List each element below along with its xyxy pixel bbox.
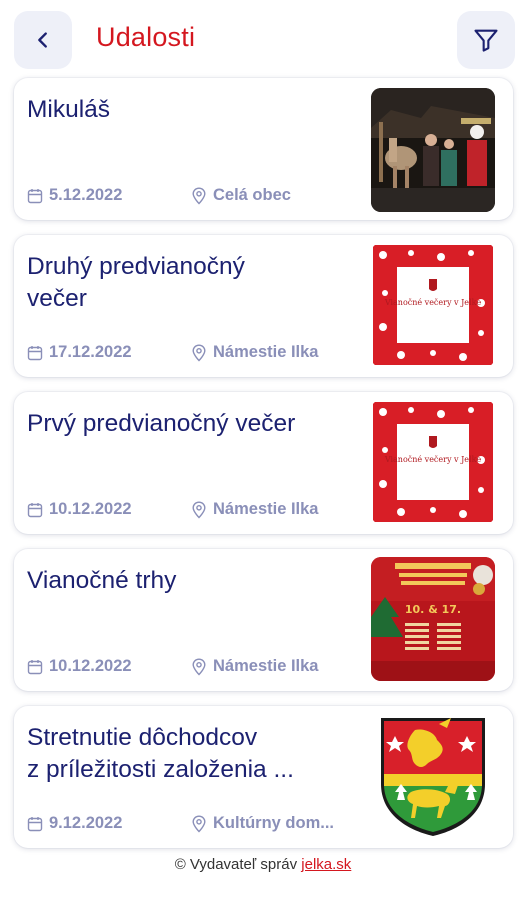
location-pin-icon	[192, 343, 206, 362]
event-thumbnail-poster: Vianočné večery v Jelke	[371, 243, 495, 367]
event-location-text: Kultúrny dom...	[213, 814, 334, 832]
event-location-text: Námestie Ilka	[213, 343, 319, 361]
coat-of-arms-image	[375, 714, 491, 840]
app-header: Udalosti	[0, 0, 526, 78]
event-title: Stretnutie dôchodcov z príležitosti zalo…	[27, 722, 367, 786]
event-location: Námestie Ilka	[191, 343, 318, 362]
event-card[interactable]: Prvý predvianočný večer 10.12.2022 Námes…	[14, 392, 513, 534]
event-date-text: 10.12.2022	[49, 657, 132, 675]
event-date-text: 10.12.2022	[49, 500, 132, 518]
chevron-left-icon	[38, 32, 47, 48]
event-date: 5.12.2022	[27, 186, 122, 205]
event-title-line: Prvý predvianočný večer	[27, 410, 296, 437]
event-title: Prvý predvianočný večer	[27, 408, 372, 440]
event-location: Námestie Ilka	[191, 500, 318, 519]
event-title-line: Vianočné trhy	[27, 567, 177, 594]
calendar-icon	[27, 502, 43, 517]
location-pin-icon	[192, 657, 206, 676]
publisher-link[interactable]: jelka.sk	[301, 856, 351, 873]
footer-prefix: © Vydavateľ správ	[174, 856, 302, 873]
event-card[interactable]: Vianočné trhy 10.12.2022 Námestie Ilka 1…	[14, 549, 513, 691]
event-title-line: Mikuláš	[27, 96, 111, 123]
event-location: Celá obec	[191, 186, 291, 205]
event-title-line: večer	[27, 285, 87, 312]
publisher-footer: © Vydavateľ správ jelka.sk	[0, 856, 526, 873]
calendar-icon	[27, 345, 43, 360]
page-title: Udalosti	[96, 22, 196, 52]
event-date: 9.12.2022	[27, 814, 122, 833]
event-location-text: Celá obec	[213, 186, 291, 204]
event-title: Vianočné trhy	[27, 565, 357, 597]
event-thumbnail-photo	[371, 88, 495, 212]
calendar-icon	[27, 188, 43, 203]
poster-text: Vianočné večery v Jelke	[384, 298, 482, 307]
location-pin-icon	[192, 500, 206, 519]
event-location: Námestie Ilka	[191, 657, 318, 676]
event-date-text: 9.12.2022	[49, 814, 123, 832]
event-meta: 5.12.2022 Celá obec	[27, 186, 291, 205]
event-date: 17.12.2022	[27, 343, 132, 362]
event-thumbnail-poster: Vianočné večery v Jelke	[371, 400, 495, 524]
event-title: Mikuláš	[27, 94, 357, 126]
event-meta: 10.12.2022 Námestie Ilka	[27, 500, 318, 519]
poster-text: 10. & 17.	[405, 603, 461, 616]
location-pin-icon	[192, 186, 206, 205]
filter-button[interactable]	[457, 11, 515, 69]
location-pin-icon	[192, 814, 206, 833]
event-date-text: 17.12.2022	[49, 343, 132, 361]
event-date-text: 5.12.2022	[49, 186, 123, 204]
event-location-text: Námestie Ilka	[213, 657, 319, 675]
event-title: Druhý predvianočný večer	[27, 251, 357, 315]
event-location-text: Námestie Ilka	[213, 500, 319, 518]
event-meta: 9.12.2022 Kultúrny dom...	[27, 814, 334, 833]
event-title-line: Druhý predvianočný	[27, 253, 245, 280]
filter-icon	[474, 29, 498, 52]
event-meta: 17.12.2022 Námestie Ilka	[27, 343, 318, 362]
event-card[interactable]: Druhý predvianočný večer 17.12.2022 Náme…	[14, 235, 513, 377]
event-title-line: Stretnutie dôchodcov	[27, 724, 258, 751]
event-meta: 10.12.2022 Námestie Ilka	[27, 657, 318, 676]
calendar-icon	[27, 659, 43, 674]
event-card[interactable]: Mikuláš 5.12.2022 Celá obec	[14, 78, 513, 220]
event-date: 10.12.2022	[27, 500, 132, 519]
event-location: Kultúrny dom...	[191, 814, 334, 833]
event-card[interactable]: Stretnutie dôchodcov z príležitosti zalo…	[14, 706, 513, 848]
event-title-line: z príležitosti založenia ...	[27, 756, 294, 783]
poster-text: Vianočné večery v Jelke	[384, 455, 482, 464]
calendar-icon	[27, 816, 43, 831]
back-button[interactable]	[14, 11, 72, 69]
event-thumbnail-poster: 10. & 17.	[371, 557, 495, 681]
event-date: 10.12.2022	[27, 657, 132, 676]
